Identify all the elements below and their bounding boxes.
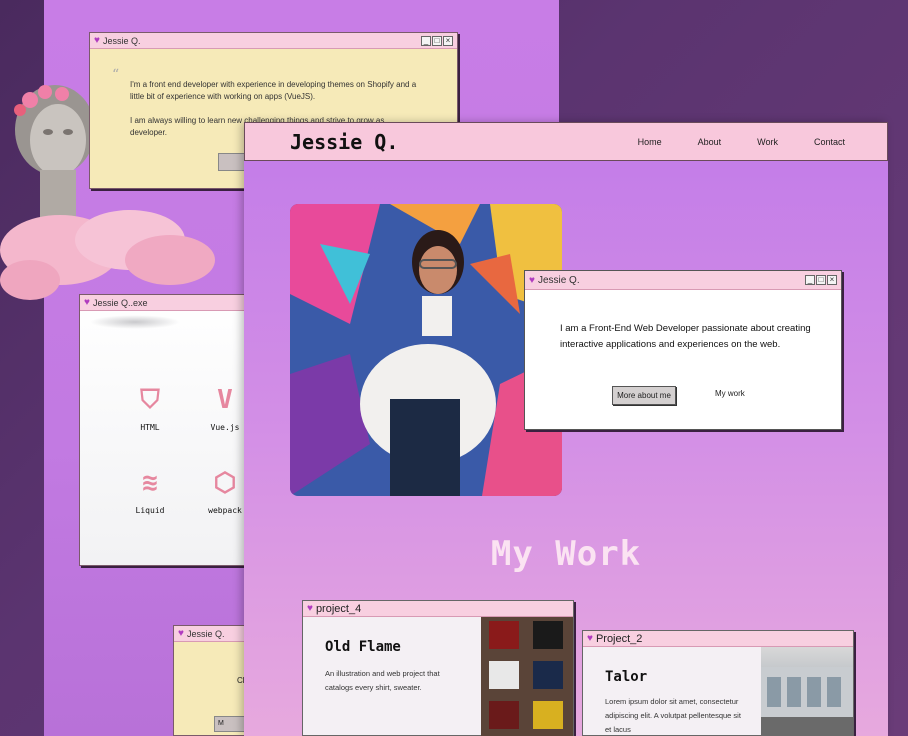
brand-logo[interactable]: Jessie Q. — [290, 130, 398, 154]
project-card[interactable]: ♥ project_4 Old Flame An illustration an… — [302, 600, 574, 736]
vue-icon: V — [217, 385, 233, 415]
skill-html: ⛉ HTML — [125, 385, 175, 432]
minimize-button[interactable]: _ — [421, 35, 431, 46]
heart-icon: ♥ — [307, 603, 313, 614]
project-title: Talor — [605, 669, 648, 685]
intro-window[interactable]: ♥ Jessie Q. _ □ × I am a Front-End Web D… — [524, 270, 842, 430]
quote-icon: “ — [112, 67, 120, 83]
webpack-icon: ⬡ — [213, 468, 237, 498]
about-window-titlebar[interactable]: ♥ Jessie Q. _ □ × — [90, 33, 457, 49]
project-title: Old Flame — [325, 639, 401, 655]
liquid-icon: ≋ — [142, 468, 158, 498]
nav-contact[interactable]: Contact — [814, 137, 845, 147]
heart-icon: ♥ — [587, 633, 593, 644]
about-window-title: Jessie Q. — [102, 35, 141, 46]
project-description: An illustration and web project that cat… — [325, 669, 440, 692]
nav-work[interactable]: Work — [757, 137, 778, 147]
skill-label: Vue.js — [210, 423, 240, 432]
project-description: Lorem ipsum dolor sit amet, consectetur … — [605, 697, 741, 734]
heart-icon: ♥ — [529, 274, 535, 286]
heart-icon: ♥ — [94, 35, 100, 46]
skill-label: HTML — [140, 423, 160, 432]
skill-label: webpack — [208, 506, 242, 515]
skills-window-titlebar[interactable]: ♥ Jessie Q..exe — [80, 295, 258, 311]
skill-webpack: ⬡ webpack — [200, 468, 250, 515]
html5-icon: ⛉ — [140, 385, 160, 415]
heart-icon: ♥ — [178, 628, 184, 639]
shirts-image — [481, 617, 573, 736]
my-work-heading: My Work — [490, 534, 642, 574]
small-window[interactable]: ♥ Jessie Q. Ch M — [173, 625, 254, 736]
cloud-decoration — [90, 315, 180, 329]
intro-text: I am a Front-End Web Developer passionat… — [560, 323, 811, 350]
project-titlebar[interactable]: ♥ Project_2 — [583, 631, 853, 647]
maximize-button[interactable]: □ — [432, 35, 442, 46]
close-button[interactable]: × — [827, 275, 837, 285]
project-card[interactable]: ♥ Project_2 Talor Lorem ipsum dolor sit … — [582, 630, 854, 736]
minimize-button[interactable]: _ — [805, 275, 815, 285]
about-paragraph-1: I'm a front end developer with experienc… — [130, 80, 417, 101]
nav-home[interactable]: Home — [638, 137, 662, 147]
intro-window-title: Jessie Q. — [537, 274, 580, 286]
skill-label: Liquid — [135, 506, 165, 515]
main-page: Jessie Q. Home About Work Contact ♥ Jess… — [244, 122, 888, 736]
project-window-title: project_4 — [315, 602, 362, 615]
project-titlebar[interactable]: ♥ project_4 — [303, 601, 573, 617]
skills-window-title: Jessie Q..exe — [92, 297, 148, 308]
intro-window-titlebar[interactable]: ♥ Jessie Q. _ □ × — [525, 271, 841, 290]
profile-photo — [290, 204, 562, 496]
more-about-me-button[interactable]: More about me — [612, 386, 676, 405]
skill-vue: V Vue.js — [200, 385, 250, 432]
my-work-link[interactable]: My work — [715, 389, 745, 398]
maximize-button[interactable]: □ — [816, 275, 826, 285]
nav-about[interactable]: About — [698, 137, 722, 147]
heart-icon: ♥ — [84, 297, 90, 308]
clouds-image — [0, 210, 215, 300]
small-window-titlebar[interactable]: ♥ Jessie Q. — [174, 626, 252, 642]
nav-links: Home About Work Contact — [638, 137, 845, 147]
navbar: Jessie Q. Home About Work Contact — [244, 122, 888, 161]
skills-window[interactable]: ♥ Jessie Q..exe ⛉ HTML V Vue.js ≋ Liquid… — [79, 294, 259, 566]
skill-liquid: ≋ Liquid — [125, 468, 175, 515]
building-image — [761, 647, 853, 736]
close-button[interactable]: × — [443, 35, 453, 46]
small-window-title: Jessie Q. — [186, 628, 225, 639]
project-window-title: Project_2 — [595, 632, 643, 645]
